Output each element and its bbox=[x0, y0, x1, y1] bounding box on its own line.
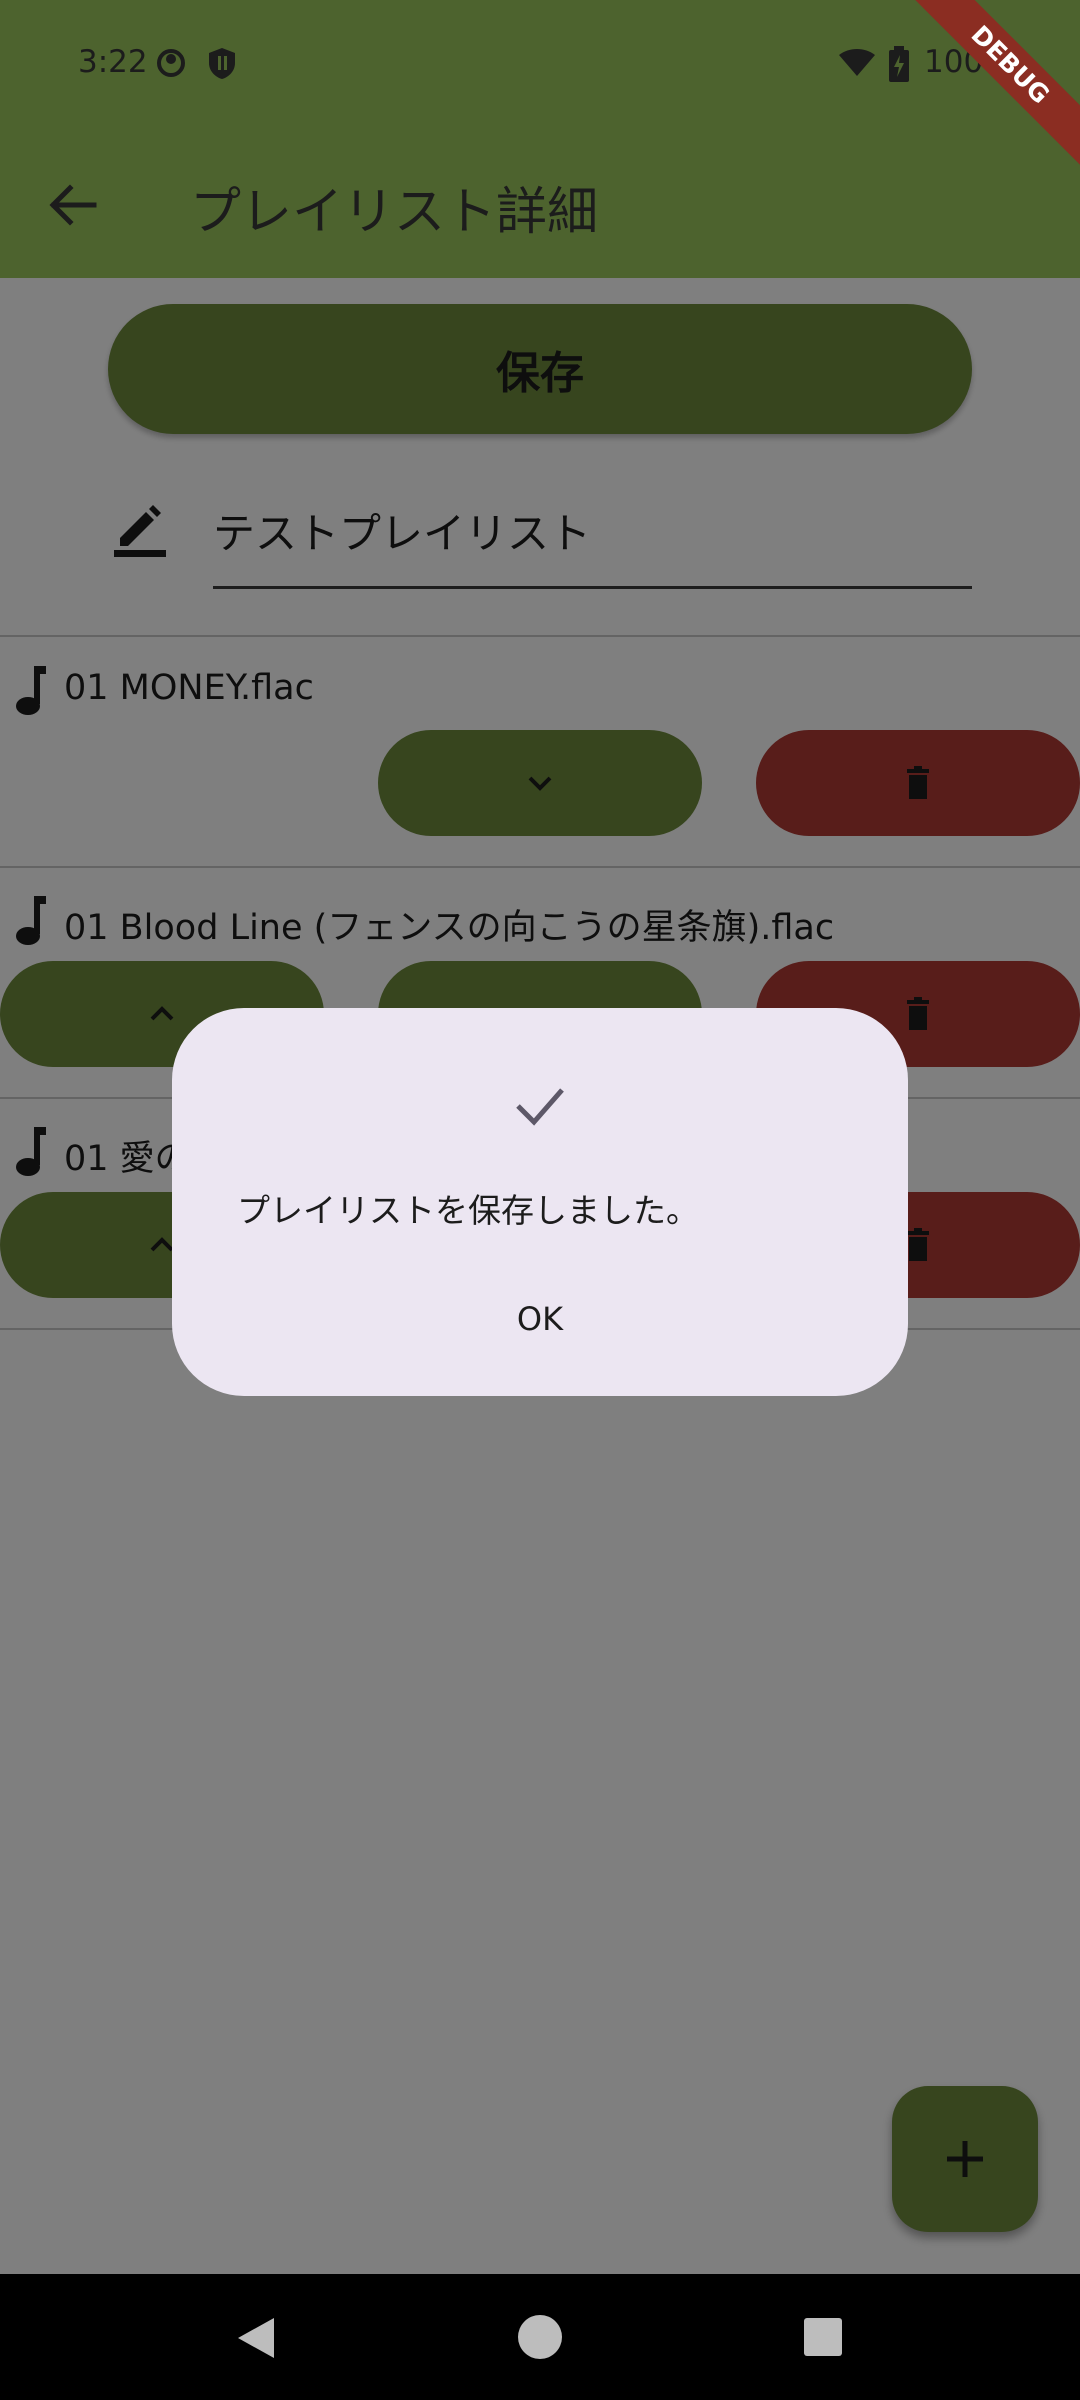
nav-home-icon[interactable] bbox=[515, 2312, 565, 2362]
ok-button[interactable]: OK bbox=[490, 1288, 590, 1350]
check-icon bbox=[516, 1088, 564, 1126]
dialog-message: プレイリストを保存しました。 bbox=[237, 1191, 699, 1230]
nav-back-icon[interactable] bbox=[232, 2314, 278, 2362]
nav-recents-icon[interactable] bbox=[802, 2316, 844, 2358]
scrim-top bbox=[0, 0, 1080, 278]
save-confirmation-dialog: プレイリストを保存しました。 OK bbox=[172, 1008, 908, 1396]
navigation-bar bbox=[0, 2274, 1080, 2400]
